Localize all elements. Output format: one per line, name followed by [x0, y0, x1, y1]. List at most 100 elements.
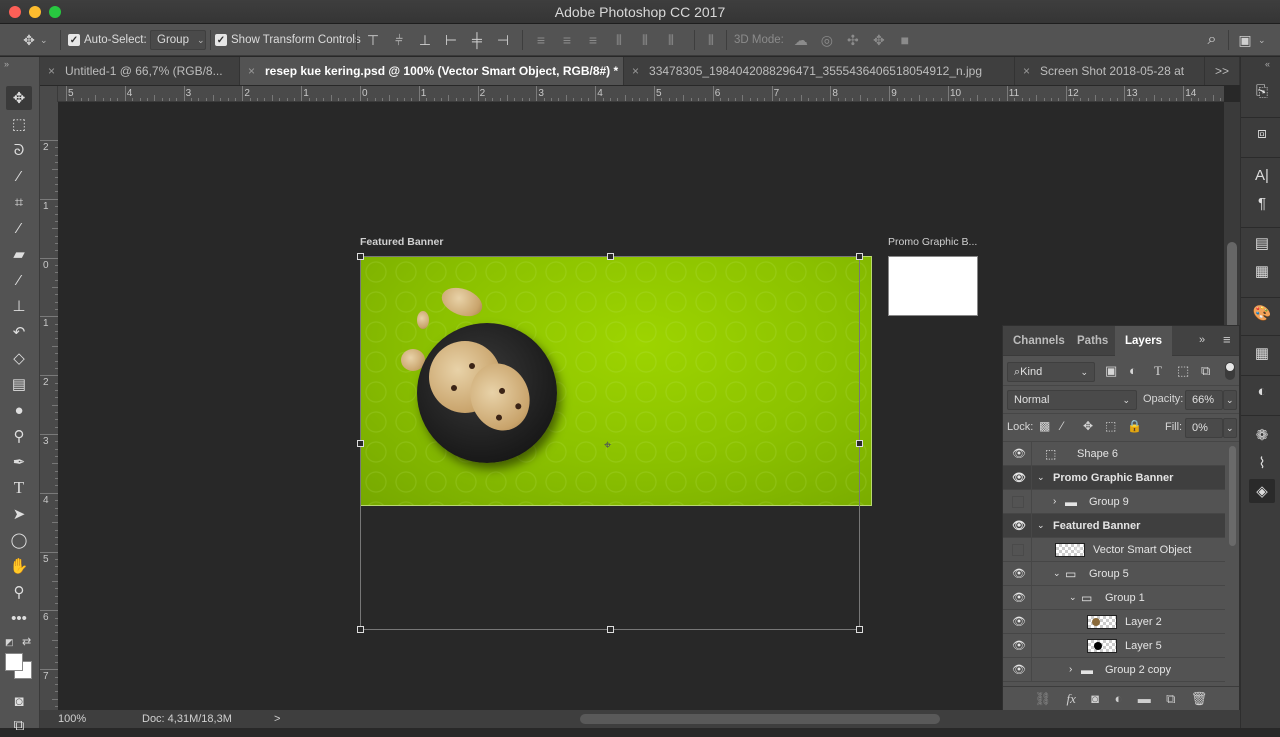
fx-icon[interactable]: fx — [1067, 691, 1076, 707]
chevron-down-icon[interactable]: ⌄ — [1037, 520, 1045, 531]
transform-handle-left[interactable] — [357, 440, 364, 447]
eye-icon[interactable]: 👁 — [1011, 567, 1027, 581]
zoom-tool[interactable]: ⚲ — [6, 580, 32, 604]
dodge-tool[interactable]: ⚲ — [6, 424, 32, 448]
panel-menu-icon[interactable]: ≡ — [1223, 332, 1231, 347]
search-icon[interactable]: ⌕ — [1203, 31, 1221, 49]
move-tool[interactable]: ✥ — [6, 86, 32, 110]
auto-select-checkbox[interactable]: ✓ Auto-Select: — [68, 24, 147, 56]
status-menu-arrow[interactable]: > — [274, 713, 280, 725]
ruler-origin[interactable] — [40, 86, 58, 102]
screen-mode-icon[interactable]: ⧉ — [6, 713, 32, 737]
layer-row-group-2-copy[interactable]: 👁 › ▬ Group 2 copy — [1003, 658, 1225, 682]
path-selection-tool[interactable]: ➤ — [6, 502, 32, 526]
vertical-ruler[interactable]: 2 1 0 1 2 3 4 5 6 7 — [40, 102, 58, 710]
eye-icon[interactable]: 👁 — [1011, 663, 1027, 677]
pan-3d-icon[interactable]: ✣ — [844, 32, 862, 49]
tabs-overflow-button[interactable]: >> — [1205, 57, 1240, 85]
artboard-label-featured-banner[interactable]: Featured Banner — [360, 236, 443, 248]
collapse-panel-icon[interactable]: » — [1199, 334, 1205, 346]
filter-smart-object-icon[interactable]: ⧉ — [1201, 363, 1210, 379]
lock-all-icon[interactable]: 🔒 — [1127, 419, 1142, 433]
horizontal-scroll-thumb[interactable] — [580, 714, 940, 724]
add-mask-icon[interactable]: ◙ — [1091, 691, 1099, 706]
eraser-tool[interactable]: ◇ — [6, 346, 32, 370]
filter-toggle[interactable] — [1225, 362, 1235, 380]
lasso-tool[interactable]: ᘐ — [6, 138, 32, 162]
scale-3d-icon[interactable]: ■ — [896, 32, 914, 48]
align-horizontal-centers-icon[interactable]: ╪ — [468, 32, 486, 48]
lock-artboard-icon[interactable]: ⬚ — [1105, 419, 1116, 433]
layers-panel-icon[interactable]: ◈ — [1249, 479, 1275, 503]
eye-icon[interactable]: 👁 — [1011, 471, 1027, 485]
eye-icon[interactable]: 👁 — [1011, 591, 1027, 605]
new-group-icon[interactable]: ▬ — [1138, 691, 1151, 706]
close-tab-icon[interactable]: × — [48, 64, 55, 78]
paragraph-panel-icon[interactable]: ¶ — [1249, 191, 1275, 215]
swatches-panel-icon[interactable]: 🎨 — [1249, 301, 1275, 325]
close-tab-icon[interactable]: × — [1023, 64, 1030, 78]
transform-handle-top-left[interactable] — [357, 253, 364, 260]
transform-handle-top[interactable] — [607, 253, 614, 260]
layer-row-layer-5[interactable]: 👁 Layer 5 — [1003, 634, 1225, 658]
transform-handle-bottom[interactable] — [607, 626, 614, 633]
swap-colors-icon[interactable]: ⇄ — [22, 635, 31, 648]
layer-row-featured-banner[interactable]: 👁 ⌄ Featured Banner — [1003, 514, 1225, 538]
new-layer-icon[interactable]: ⧉ — [1166, 691, 1175, 707]
tool-preset-picker[interactable]: ✥ ⌄ — [20, 24, 47, 56]
tab-resep-kue-kering[interactable]: × resep kue kering.psd @ 100% (Vector Sma… — [240, 57, 624, 85]
tab-paths[interactable]: Paths — [1067, 326, 1118, 356]
lock-transparent-icon[interactable]: ▩ — [1039, 419, 1050, 433]
artboard-label-promo-graphic[interactable]: Promo Graphic B... — [888, 236, 977, 248]
crop-tool[interactable]: ⌗ — [6, 190, 32, 214]
transform-handle-top-right[interactable] — [856, 253, 863, 260]
tab-untitled-1[interactable]: × Untitled-1 @ 66,7% (RGB/8... — [40, 57, 240, 85]
layer-row-group-1[interactable]: 👁 ⌄ ▭ Group 1 — [1003, 586, 1225, 610]
eye-icon[interactable]: 👁 — [1011, 615, 1027, 629]
align-vertical-centers-icon[interactable]: ⫩ — [390, 32, 408, 49]
align-right-edges-icon[interactable]: ⊣ — [494, 32, 512, 49]
3d-panel-icon[interactable]: ⧈ — [1249, 121, 1275, 145]
eye-icon[interactable]: 👁 — [1011, 639, 1027, 653]
layer-row-group-9[interactable]: › ▬ Group 9 — [1003, 490, 1225, 514]
transform-handle-bottom-left[interactable] — [357, 626, 364, 633]
healing-brush-tool[interactable]: ▰ — [6, 242, 32, 266]
chevron-right-icon[interactable]: › — [1069, 664, 1072, 675]
layer-row-promo-graphic-banner[interactable]: 👁 ⌄ Promo Graphic Banner — [1003, 466, 1225, 490]
history-panel-icon[interactable]: ⎘ — [1249, 79, 1275, 103]
link-layers-icon[interactable]: ⛓ — [1035, 691, 1052, 707]
adjustments-panel-icon[interactable]: ◐ — [1249, 379, 1275, 403]
eyedropper-tool[interactable]: ⁄ — [6, 216, 32, 240]
layer-row-group-5[interactable]: 👁 ⌄ ▭ Group 5 — [1003, 562, 1225, 586]
lock-image-icon[interactable]: ⁄ — [1061, 419, 1063, 433]
layer-row-shape-6[interactable]: 👁 ⬚ Shape 6 — [1003, 442, 1225, 466]
tab-screen-shot[interactable]: × Screen Shot 2018-05-28 at — [1015, 57, 1205, 85]
clone-stamp-tool[interactable]: ⊥ — [6, 294, 32, 318]
fill-slider-toggle[interactable]: ⌄ — [1223, 418, 1237, 438]
distribute-bottom-icon[interactable]: ≡ — [584, 32, 602, 48]
blend-mode-dropdown[interactable]: Normal ⌄ — [1007, 390, 1137, 410]
layers-scroll-thumb[interactable] — [1229, 446, 1236, 546]
properties-panel-icon[interactable]: ▤ — [1249, 231, 1275, 255]
zoom-level[interactable]: 100% — [58, 713, 86, 725]
distribute-left-icon[interactable]: ⦀ — [610, 32, 628, 49]
workspace-switcher[interactable]: ▣ ⌄ — [1236, 24, 1265, 56]
collapse-toolbar-icon[interactable]: » — [4, 59, 9, 69]
eye-icon[interactable]: 👁 — [1011, 519, 1027, 533]
ellipse-tool[interactable]: ◯ — [6, 528, 32, 552]
visibility-off-box[interactable] — [1012, 543, 1024, 556]
type-tool[interactable]: T — [6, 476, 32, 500]
tab-jpg-image[interactable]: × 33478305_1984042088296471_3555436406518… — [624, 57, 1015, 85]
opacity-slider-toggle[interactable]: ⌄ — [1223, 390, 1237, 410]
chevron-right-icon[interactable]: › — [1053, 496, 1056, 507]
vertical-scroll-thumb[interactable] — [1227, 242, 1237, 332]
auto-select-dropdown[interactable]: Group ⌄ — [150, 30, 206, 50]
default-colors-icon[interactable]: ◩ — [5, 637, 14, 648]
chevron-down-icon[interactable]: ⌄ — [1037, 472, 1045, 483]
more-tools-icon[interactable]: ••• — [6, 606, 32, 630]
opacity-input[interactable]: 66% — [1185, 390, 1223, 410]
marquee-tool[interactable]: ⬚ — [6, 112, 32, 136]
close-tab-icon[interactable]: × — [632, 64, 639, 78]
horizontal-ruler[interactable]: 5 4 3 2 1 0 1 2 3 4 5 6 7 8 9 10 11 12 13 14 — [58, 86, 1224, 102]
roll-3d-icon[interactable]: ◎ — [818, 32, 836, 49]
